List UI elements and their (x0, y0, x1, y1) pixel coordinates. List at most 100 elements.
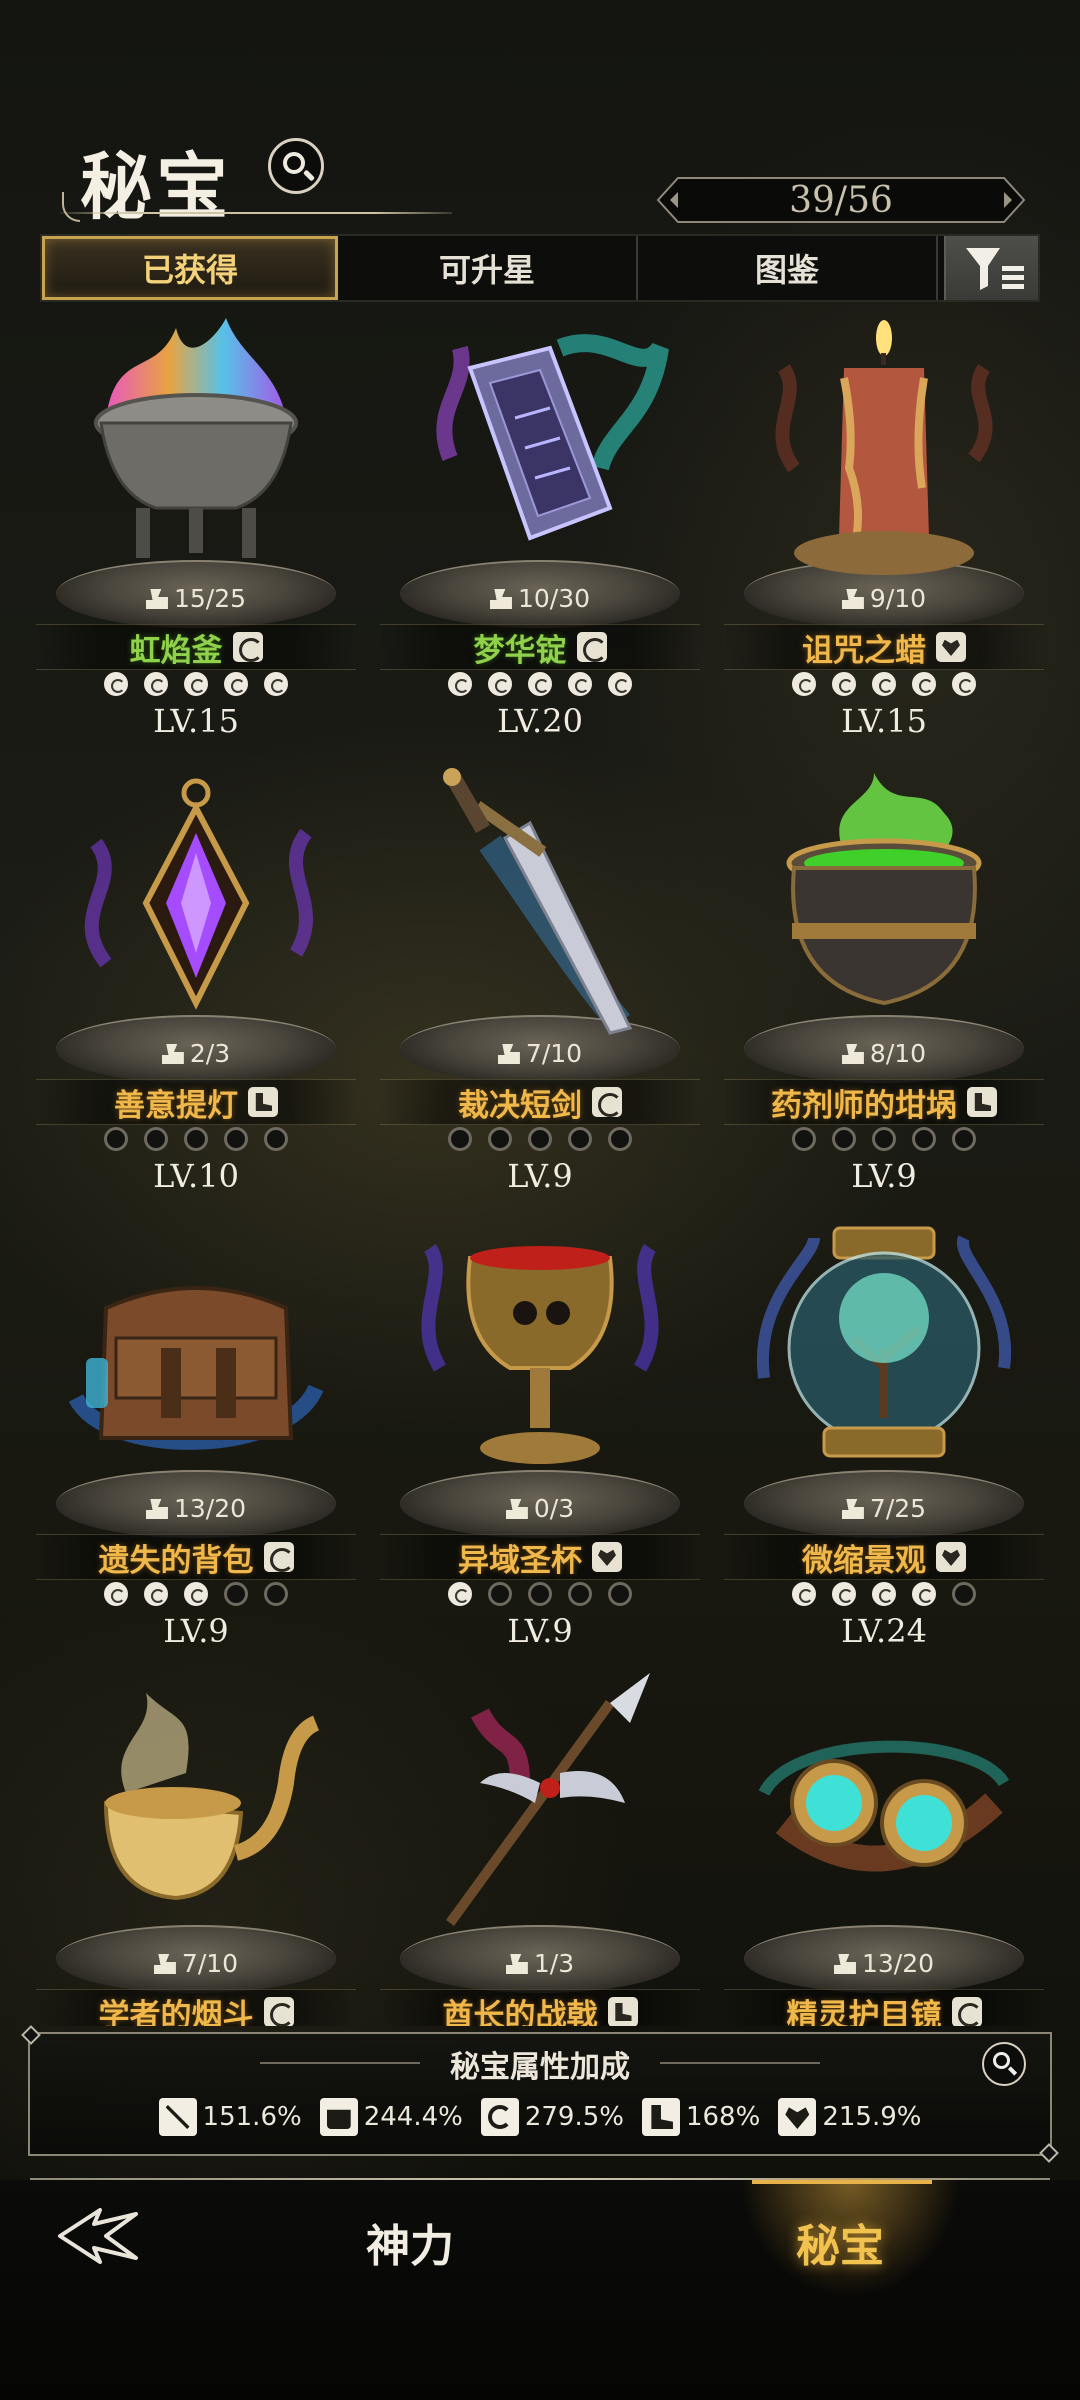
treasure-name: 异域圣杯 (458, 1542, 582, 1579)
kindness-lantern-icon (84, 778, 313, 1010)
spiral-icon (951, 1997, 982, 2026)
star-dot (832, 1127, 856, 1151)
exotic-grail-icon (421, 1244, 659, 1464)
star-rating (370, 1582, 710, 1606)
treasure-grid: 15/25 虹焰釜 LV.15 10/30 梦华锭 LV.20 9/10 诅咒之… (0, 308, 1080, 2026)
fragment-count: 9/10 (714, 584, 1054, 613)
title-underline (60, 212, 452, 214)
treasure-card-4[interactable]: 7/10 裁决短剑 LV.9 (370, 763, 710, 1218)
dream-ingot-icon (436, 334, 669, 541)
scholar-pipe-icon (103, 1693, 320, 1901)
fragment-count: 13/20 (714, 1949, 1054, 1978)
fragment-icon (153, 1954, 176, 1974)
bonus-stats: 151.6% 244.4% 279.5% 168% 215.9% (30, 2098, 1050, 2136)
treasure-name: 遗失的背包 (98, 1542, 254, 1579)
fragment-count: 13/20 (26, 1494, 366, 1523)
spiral-icon (592, 1087, 622, 1117)
treasure-level: LV.9 (163, 1612, 229, 1650)
star-dot (608, 1582, 632, 1606)
star-dot (104, 1127, 128, 1151)
star-dot (264, 1582, 288, 1606)
treasure-card-8[interactable]: 7/25 微缩景观 LV.24 (714, 1218, 1054, 1673)
filter-button[interactable] (944, 236, 1038, 300)
spiral-icon (263, 1542, 294, 1572)
fragment-count: 7/25 (714, 1494, 1054, 1523)
fragment-icon (841, 1499, 864, 1519)
treasure-card-9[interactable]: 7/10 学者的烟斗 (26, 1673, 366, 2026)
treasure-card-1[interactable]: 10/30 梦华锭 LV.20 (370, 308, 710, 763)
star-rating (26, 1127, 366, 1151)
fragment-icon (505, 1954, 528, 1974)
treasure-card-7[interactable]: 0/3 异域圣杯 LV.9 (370, 1218, 710, 1673)
bottom-nav: 神力 秘宝 (0, 2178, 1080, 2400)
tab-obtained[interactable]: 已获得 (42, 236, 338, 300)
alchemist-crucible-icon (786, 773, 982, 1006)
bonus-title: 秘宝属性加成 (450, 2050, 630, 2085)
title-decoration (62, 192, 80, 222)
star-dot (912, 672, 936, 696)
tab-bar: 已获得 可升星 图鉴 (40, 234, 1040, 302)
nav-tab-divine-power[interactable]: 神力 (366, 2210, 454, 2274)
treasure-name: 虹焰釜 (129, 632, 223, 669)
fragment-icon (841, 1044, 864, 1064)
star-dot (104, 1582, 128, 1606)
fragment-icon (145, 1499, 168, 1519)
star-dot (144, 1582, 168, 1606)
treasure-card-10[interactable]: 1/3 酋长的战戟 (370, 1673, 710, 2026)
nav-tab-treasures[interactable]: 秘宝 (796, 2210, 884, 2274)
back-arrow-icon[interactable] (56, 2200, 140, 2270)
spiral-icon (480, 2098, 519, 2136)
heart-icon (936, 632, 966, 662)
fragment-count: 10/30 (370, 584, 710, 613)
star-dot (224, 672, 248, 696)
tab-upgradable[interactable]: 可升星 (338, 236, 638, 300)
treasure-name: 酋长的战戟 (442, 1997, 598, 2027)
star-dot (912, 1582, 936, 1606)
boot-icon (607, 1997, 638, 2026)
treasure-level: LV.10 (153, 1157, 239, 1195)
tab-codex[interactable]: 图鉴 (638, 236, 938, 300)
star-dot (528, 1127, 552, 1151)
boot-icon (967, 1087, 997, 1117)
star-dot (184, 672, 208, 696)
treasure-card-5[interactable]: 8/10 药剂师的坩埚 LV.9 (714, 763, 1054, 1218)
star-rating (26, 1582, 366, 1606)
fragment-icon (497, 1044, 520, 1064)
stat-strength: 244.4% (319, 2098, 463, 2136)
treasure-card-2[interactable]: 9/10 诅咒之蜡 LV.15 (714, 308, 1054, 763)
treasure-card-3[interactable]: 2/3 善意提灯 LV.10 (26, 763, 366, 1218)
treasure-card-6[interactable]: 13/20 遗失的背包 LV.9 (26, 1218, 366, 1673)
star-dot (488, 672, 512, 696)
star-dot (224, 1127, 248, 1151)
heart-icon (778, 2098, 817, 2136)
fragment-count: 1/3 (370, 1949, 710, 1978)
star-dot (952, 672, 976, 696)
cursed-candle-icon (775, 320, 993, 575)
star-dot (568, 1127, 592, 1151)
star-dot (528, 1582, 552, 1606)
treasure-card-11[interactable]: 13/20 精灵护目镜 (714, 1673, 1054, 2026)
treasure-name: 学者的烟斗 (98, 1997, 254, 2027)
star-dot (264, 672, 288, 696)
treasure-level: LV.20 (497, 702, 583, 740)
star-dot (952, 1582, 976, 1606)
star-dot (792, 1582, 816, 1606)
star-rating (714, 1127, 1054, 1151)
treasure-name: 微缩景观 (802, 1542, 926, 1579)
star-dot (144, 672, 168, 696)
spiral-icon (263, 1997, 294, 2026)
star-dot (832, 1582, 856, 1606)
star-dot (912, 1127, 936, 1151)
search-button[interactable] (268, 138, 324, 194)
fist-icon (319, 2098, 358, 2136)
treasure-card-0[interactable]: 15/25 虹焰釜 LV.15 (26, 308, 366, 763)
star-rating (714, 672, 1054, 696)
fragment-count: 0/3 (370, 1494, 710, 1523)
star-dot (792, 1127, 816, 1151)
elf-goggles-icon (758, 1740, 1010, 1872)
fragment-icon (841, 589, 864, 609)
bonus-detail-button[interactable] (982, 2042, 1026, 2086)
fragment-icon (833, 1954, 856, 1974)
fragment-icon (489, 589, 512, 609)
star-rating (714, 1582, 1054, 1606)
